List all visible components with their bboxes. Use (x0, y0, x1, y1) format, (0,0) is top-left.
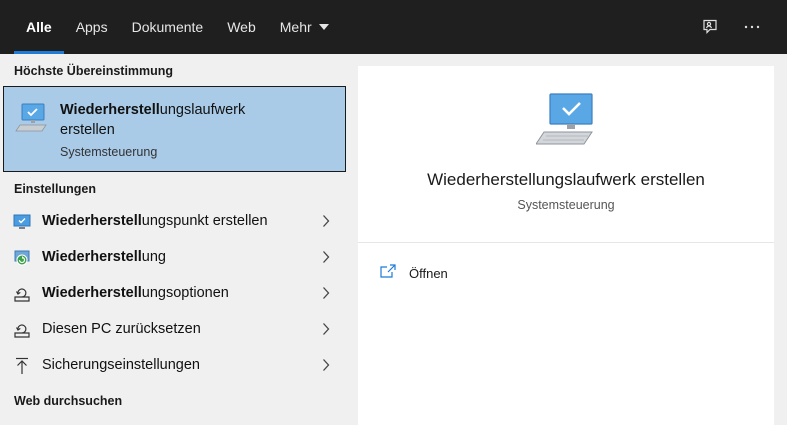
more-options-icon[interactable] (731, 6, 773, 48)
tab-web[interactable]: Web (215, 0, 268, 54)
reset-pc-icon (12, 320, 32, 340)
list-item-label: Diesen PC zurücksetzen (42, 321, 201, 337)
tab-label: Alle (26, 19, 52, 35)
settings-item-recovery-options[interactable]: Wiederherstellungsoptionen (0, 276, 346, 312)
section-header-settings: Einstellungen (14, 182, 96, 196)
list-item-label: Wiederherstellungsoptionen (42, 285, 229, 301)
restore-point-icon (12, 212, 32, 232)
recovery-options-icon (12, 284, 32, 304)
tab-dokumente[interactable]: Dokumente (120, 0, 216, 54)
label-rest: Sicherungseinstellungen (42, 357, 200, 373)
chevron-right-icon (322, 358, 330, 377)
label-rest: Diesen PC zurücksetzen (42, 321, 201, 337)
section-header-best-match: Höchste Übereinstimmung (14, 64, 174, 78)
label-highlight: Wiederherstell (42, 249, 142, 265)
tab-mehr[interactable]: Mehr (268, 0, 341, 54)
settings-item-reset-pc[interactable]: Diesen PC zurücksetzen (0, 312, 346, 348)
best-match-result[interactable]: Wiederherstellungslaufwerk erstellen Sys… (3, 86, 346, 172)
feedback-icon[interactable] (689, 6, 731, 48)
settings-item-restore-point[interactable]: Wiederherstellungspunkt erstellen (0, 204, 346, 240)
tab-label: Apps (75, 19, 108, 35)
tab-alle[interactable]: Alle (14, 0, 64, 54)
section-header-web: Web durchsuchen (14, 394, 123, 408)
tab-apps[interactable]: Apps (64, 0, 120, 54)
label-rest: ung (141, 249, 166, 265)
divider (358, 242, 774, 243)
best-match-subtitle: Systemsteuerung (60, 145, 158, 159)
list-item-label: Sicherungseinstellungen (42, 357, 200, 373)
label-highlight: Wiederherstell (42, 213, 142, 229)
scope-tabs: Alle Apps Dokumente Web Mehr (14, 0, 341, 54)
computer-check-icon (15, 101, 51, 142)
tab-label: Mehr (279, 19, 312, 35)
preview-title: Wiederherstellungslaufwerk erstellen (427, 170, 705, 189)
preview-subtitle: Systemsteuerung (517, 198, 615, 212)
backup-icon (12, 356, 32, 376)
tab-label: Dokumente (131, 19, 204, 35)
list-item-label: Wiederherstellungspunkt erstellen (42, 213, 268, 229)
top-actions (689, 0, 773, 54)
search-scope-bar: Alle Apps Dokumente Web Mehr (0, 0, 787, 54)
open-action-label: Öffnen (409, 265, 448, 281)
results-list: Höchste Übereinstimmung Wiederherstellun… (0, 54, 346, 425)
computer-check-icon (535, 92, 600, 155)
recovery-icon (12, 248, 32, 268)
open-external-icon (380, 263, 396, 283)
label-rest: ungsoptionen (141, 285, 229, 301)
preview-pane: Wiederherstellungslaufwerk erstellen Sys… (358, 66, 774, 425)
label-rest: ungspunkt erstellen (141, 213, 268, 229)
chevron-right-icon (322, 250, 330, 269)
title-highlight: Wiederherstell (60, 102, 160, 118)
chevron-down-icon (318, 24, 329, 30)
best-match-title: Wiederherstellungslaufwerk erstellen (60, 100, 300, 140)
chevron-right-icon (322, 214, 330, 233)
tab-label: Web (227, 19, 256, 35)
open-action[interactable]: Öffnen (380, 262, 448, 284)
list-item-label: Wiederherstellung (42, 249, 166, 265)
label-highlight: Wiederherstell (42, 285, 142, 301)
chevron-right-icon (322, 322, 330, 341)
chevron-right-icon (322, 286, 330, 305)
settings-item-backup[interactable]: Sicherungseinstellungen (0, 348, 346, 384)
settings-item-recovery[interactable]: Wiederherstellung (0, 240, 346, 276)
